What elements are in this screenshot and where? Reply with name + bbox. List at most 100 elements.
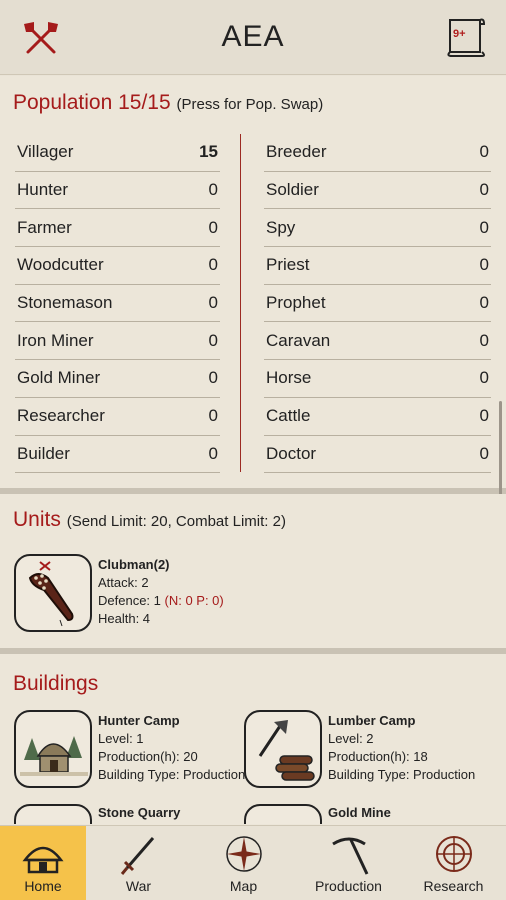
row-value: 0	[479, 368, 489, 388]
population-row-builder[interactable]: Builder 0	[15, 436, 220, 474]
population-row-cattle[interactable]: Cattle 0	[264, 398, 491, 436]
tab-label: Map	[229, 878, 258, 894]
row-value: 0	[208, 293, 218, 313]
tab-label: Research	[423, 878, 484, 894]
row-label: Prophet	[266, 293, 326, 313]
tab-war[interactable]: War	[86, 826, 191, 900]
population-row-iron-miner[interactable]: Iron Miner 0	[15, 322, 220, 361]
population-row-spy[interactable]: Spy 0	[264, 209, 491, 248]
row-label: Hunter	[17, 180, 69, 200]
population-row-villager[interactable]: Villager 15	[15, 134, 220, 172]
population-row-gold-miner[interactable]: Gold Miner 0	[15, 360, 220, 398]
population-row-priest[interactable]: Priest 0	[264, 247, 491, 285]
units-title: Units (Send Limit: 20, Combat Limit: 2)	[13, 508, 286, 532]
unit-name: Clubman(2)	[98, 557, 170, 572]
top-bar: AEA 9+	[0, 0, 506, 75]
building-card-hunter-camp[interactable]: Hunter Camp Level: 1 Production(h): 20 B…	[14, 710, 254, 790]
population-section[interactable]: Population 15/15 (Press for Pop. Swap) V…	[0, 76, 506, 521]
tab-production[interactable]: Production	[296, 826, 401, 900]
population-row-woodcutter[interactable]: Woodcutter 0	[15, 247, 220, 285]
row-value: 0	[208, 368, 218, 388]
row-label: Soldier	[266, 180, 319, 200]
population-row-farmer[interactable]: Farmer 0	[15, 209, 220, 248]
row-label: Cattle	[266, 406, 311, 426]
row-value: 0	[479, 293, 489, 313]
row-value: 0	[479, 330, 489, 350]
population-count: Population 15/15	[13, 91, 171, 114]
row-label: Priest	[266, 255, 310, 275]
row-value: 0	[479, 255, 489, 275]
tab-label: War	[125, 878, 152, 894]
row-value: 0	[208, 217, 218, 237]
research-icon	[435, 836, 472, 872]
building-card-gold-mine[interactable]: Gold Mine	[244, 804, 506, 824]
building-name: Gold Mine	[328, 805, 391, 820]
buildings-section: Buildings Hunter Camp Level: 1 Productio…	[0, 654, 506, 825]
row-value: 0	[208, 330, 218, 350]
column-divider	[240, 134, 241, 472]
population-row-stonemason[interactable]: Stonemason 0	[15, 285, 220, 323]
buildings-title: Buildings	[13, 672, 99, 695]
row-value: 0	[208, 180, 218, 200]
tab-label: Home	[24, 878, 62, 894]
population-title[interactable]: Population 15/15 (Press for Pop. Swap)	[13, 91, 323, 115]
row-label: Villager	[17, 142, 74, 162]
hut-icon	[22, 846, 64, 874]
building-name: Hunter Camp	[98, 713, 180, 728]
sword-icon	[120, 837, 154, 875]
row-label: Caravan	[266, 330, 331, 350]
unit-defence-line: Defence: 1 (N: 0 P: 0)	[98, 592, 224, 610]
row-value: 0	[479, 142, 489, 162]
row-label: Horse	[266, 368, 312, 388]
tab-map[interactable]: Map	[191, 826, 296, 900]
building-info: Gold Mine	[328, 804, 391, 822]
population-row-hunter[interactable]: Hunter 0	[15, 172, 220, 210]
club-icon	[14, 554, 92, 632]
row-value: 0	[479, 406, 489, 426]
row-value: 0	[208, 406, 218, 426]
population-row-breeder[interactable]: Breeder 0	[264, 134, 491, 172]
row-label: Breeder	[266, 142, 327, 162]
row-value: 0	[479, 217, 489, 237]
building-type: Building Type: Production	[328, 767, 476, 782]
scroll-icon[interactable]	[444, 16, 488, 58]
unit-health: Health: 4	[98, 611, 151, 626]
building-level: Level: 2	[328, 731, 374, 746]
building-name: Stone Quarry	[98, 805, 181, 820]
tab-label: Production	[315, 878, 382, 894]
row-label: Doctor	[266, 443, 317, 463]
tab-home[interactable]: Home	[0, 826, 86, 900]
row-label: Spy	[266, 217, 296, 237]
hunter-camp-icon	[14, 710, 92, 788]
building-card-stone-quarry[interactable]: Stone Quarry	[14, 804, 254, 824]
row-value: 0	[479, 443, 489, 463]
unit-attack: Attack: 2	[98, 575, 149, 590]
unit-defence-extra: (N: 0 P: 0)	[164, 593, 224, 608]
units-heading: Units	[13, 508, 61, 531]
population-right-column: Breeder 0 Soldier 0 Spy 0 Priest 0 Prophet 0 …	[264, 134, 491, 474]
row-label: Farmer	[17, 217, 72, 237]
population-row-prophet[interactable]: Prophet 0	[264, 285, 491, 323]
building-type: Building Type: Production	[98, 767, 246, 782]
population-row-caravan[interactable]: Caravan 0	[264, 322, 491, 361]
unit-card-clubman[interactable]: Clubman(2) Attack: 2 Defence: 1 (N: 0 P:…	[14, 554, 494, 634]
building-card-lumber-camp[interactable]: Lumber Camp Level: 2 Production(h): 18 B…	[244, 710, 506, 790]
population-row-researcher[interactable]: Researcher 0	[15, 398, 220, 436]
population-row-horse[interactable]: Horse 0	[264, 360, 491, 398]
population-row-doctor[interactable]: Doctor 0	[264, 436, 491, 474]
tab-research[interactable]: Research	[401, 826, 506, 900]
population-hint: (Press for Pop. Swap)	[176, 96, 324, 113]
unit-info: Clubman(2) Attack: 2 Defence: 1 (N: 0 P:…	[98, 556, 224, 628]
unit-defence: Defence: 1	[98, 593, 161, 608]
population-row-soldier[interactable]: Soldier 0	[264, 172, 491, 210]
population-left-column: Villager 15 Hunter 0 Farmer 0 Woodcutter 0 S…	[15, 134, 220, 474]
bottom-tab-bar: Home War Map Production Research	[0, 825, 506, 900]
row-label: Woodcutter	[17, 255, 104, 275]
stone-quarry-icon	[14, 804, 92, 824]
row-label: Iron Miner	[17, 330, 94, 350]
pickaxe-icon	[331, 837, 368, 875]
app-title: AEA	[221, 20, 285, 53]
row-label: Gold Miner	[17, 368, 101, 388]
building-info: Stone Quarry	[98, 804, 180, 822]
building-production: Production(h): 18	[328, 749, 428, 764]
